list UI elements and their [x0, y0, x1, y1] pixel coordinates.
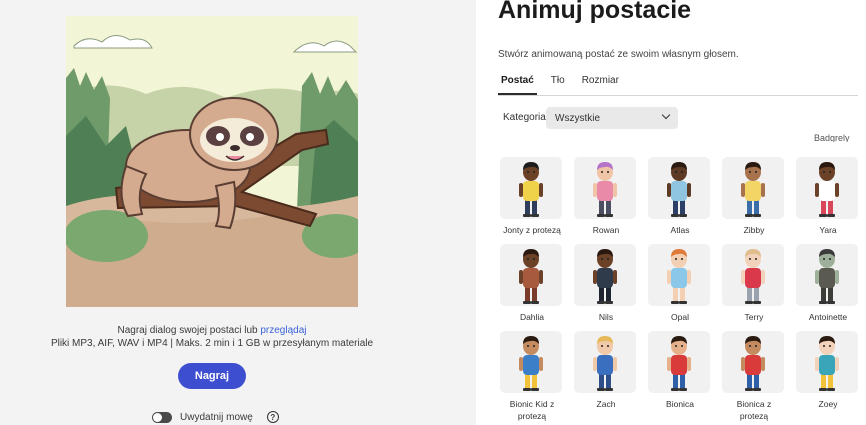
- cut-off-character-label: Badgrely: [814, 134, 850, 142]
- tab-background[interactable]: Tło: [548, 73, 568, 95]
- category-select[interactable]: Wszystkie: [546, 107, 678, 129]
- character-card[interactable]: Yara: [796, 157, 860, 236]
- character-figure-icon: [593, 162, 617, 217]
- character-figure-icon: [593, 336, 617, 391]
- character-card[interactable]: Bionica z protezą: [722, 331, 786, 422]
- character-name: Opal: [671, 312, 689, 322]
- character-thumbnail: [722, 157, 784, 219]
- character-card[interactable]: Bionica: [648, 331, 712, 410]
- character-figure-icon: [815, 249, 839, 304]
- character-thumbnail: [796, 244, 858, 306]
- character-thumbnail: [574, 244, 636, 306]
- character-thumbnail: [648, 331, 710, 393]
- record-button[interactable]: Nagraj: [178, 363, 246, 389]
- character-figure-icon: [741, 162, 765, 217]
- character-card[interactable]: Zibby: [722, 157, 786, 236]
- sloth-illustration: [66, 16, 358, 307]
- enhance-speech-row: Uwydatnij mowę ?: [152, 411, 279, 423]
- character-card[interactable]: Jonty z protezą: [500, 157, 564, 236]
- character-card[interactable]: Antoinette: [796, 244, 860, 323]
- character-name: Dahlia: [519, 312, 545, 322]
- character-name: Zoey: [818, 399, 838, 409]
- character-figure-icon: [593, 249, 617, 304]
- character-figure-icon: [815, 162, 839, 217]
- browse-link[interactable]: przeglądaj: [260, 325, 306, 336]
- character-thumbnail: [722, 244, 784, 306]
- character-name: Jonty z protezą: [503, 225, 561, 235]
- character-card[interactable]: Atlas: [648, 157, 712, 236]
- character-name: Bionica z protezą: [736, 399, 772, 421]
- character-thumbnail: [500, 331, 562, 393]
- character-thumbnail: [500, 244, 562, 306]
- enhance-speech-label: Uwydatnij mowę: [180, 411, 253, 423]
- upload-text: Nagraj dialog swojej postaci lub: [117, 325, 258, 336]
- character-figure-icon: [519, 336, 543, 391]
- character-name: Zach: [596, 399, 616, 409]
- character-card[interactable]: Nils: [574, 244, 638, 323]
- enhance-speech-toggle[interactable]: [152, 411, 172, 423]
- character-thumbnail: [574, 157, 636, 219]
- help-icon[interactable]: ?: [266, 411, 279, 423]
- page-subtitle: Stwórz animowaną postać ze swoim własnym…: [498, 49, 739, 60]
- file-info: Pliki MP3, AIF, WAV i MP4 | Maks. 2 min …: [50, 338, 374, 349]
- tab-size[interactable]: Rozmiar: [579, 73, 622, 95]
- character-name: Zibby: [743, 225, 765, 235]
- character-figure-icon: [519, 162, 543, 217]
- character-figure-icon: [519, 249, 543, 304]
- character-figure-icon: [667, 336, 691, 391]
- character-name: Bionic Kid z protezą: [509, 399, 555, 421]
- tab-bar: Postać Tło Rozmiar: [498, 73, 858, 96]
- left-panel: Nagraj dialog swojej postaci lub przeglą…: [0, 0, 476, 425]
- page-title: Animuj postacie: [498, 0, 692, 24]
- character-preview: [66, 16, 358, 307]
- character-name: Antoinette: [808, 312, 848, 322]
- character-figure-icon: [667, 249, 691, 304]
- character-name: Terry: [744, 312, 764, 322]
- character-thumbnail: [796, 331, 858, 393]
- character-name: Bionica: [666, 399, 694, 409]
- character-card[interactable]: Zach: [574, 331, 638, 410]
- character-card[interactable]: Dahlia: [500, 244, 564, 323]
- character-name: Yara: [819, 225, 837, 235]
- character-card[interactable]: Rowan: [574, 157, 638, 236]
- character-card[interactable]: Zoey: [796, 331, 860, 410]
- character-thumbnail: [648, 244, 710, 306]
- character-thumbnail: [574, 331, 636, 393]
- category-label: Kategoria: [503, 112, 546, 123]
- character-name: Rowan: [592, 225, 620, 235]
- character-thumbnail: [722, 331, 784, 393]
- right-panel: Animuj postacie Stwórz animowaną postać …: [476, 0, 866, 425]
- character-figure-icon: [741, 336, 765, 391]
- character-card[interactable]: Bionic Kid z protezą: [500, 331, 564, 422]
- character-figure-icon: [667, 162, 691, 217]
- character-figure-icon: [741, 249, 765, 304]
- character-name: Atlas: [670, 225, 690, 235]
- character-thumbnail: [796, 157, 858, 219]
- category-value: Wszystkie: [555, 112, 600, 124]
- character-thumbnail: [500, 157, 562, 219]
- character-card[interactable]: Terry: [722, 244, 786, 323]
- character-name: Nils: [598, 312, 614, 322]
- upload-instructions: Nagraj dialog swojej postaci lub przeglą…: [0, 325, 424, 336]
- character-card[interactable]: Opal: [648, 244, 712, 323]
- tab-character[interactable]: Postać: [498, 73, 537, 95]
- character-figure-icon: [815, 336, 839, 391]
- chevron-down-icon: [661, 110, 671, 120]
- character-thumbnail: [648, 157, 710, 219]
